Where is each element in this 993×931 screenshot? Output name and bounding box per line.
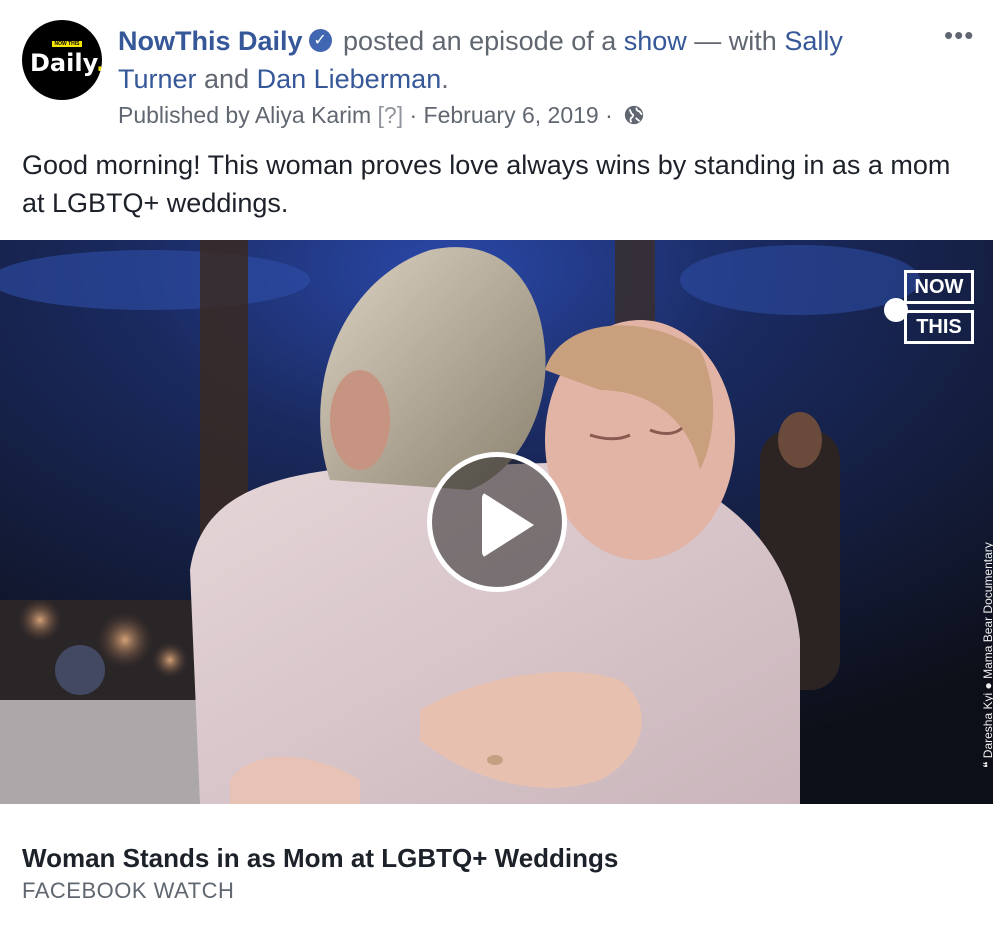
watermark-this: THIS	[904, 310, 974, 344]
avatar-text: Daily	[30, 49, 97, 77]
help-link[interactable]: [?]	[371, 102, 404, 128]
video-source: FACEBOOK WATCH	[22, 878, 235, 903]
video-credit: ❝ Daresha Kyi ● Mama Bear Documentary	[981, 542, 993, 768]
post-title-line: NowThis Daily ✓ posted an episode of a sh…	[118, 22, 918, 98]
avatar-small-text: NOW THIS	[52, 41, 82, 47]
published-by-text: Published by Aliya Karim	[118, 102, 372, 128]
action-text: posted an episode of a	[335, 26, 624, 56]
post-caption: Good morning! This woman proves love alw…	[22, 150, 951, 218]
page-name-link[interactable]: NowThis Daily	[118, 26, 303, 56]
play-icon	[482, 492, 534, 558]
title-period: .	[441, 64, 449, 94]
show-link[interactable]: show	[624, 26, 687, 56]
nowthis-watermark: NOW THIS	[904, 270, 974, 344]
more-options-button[interactable]: •••	[944, 22, 984, 52]
page-avatar[interactable]: NOW THIS Daily.	[22, 20, 102, 100]
video-title-link[interactable]: Woman Stands in as Mom at LGBTQ+ Wedding…	[22, 840, 618, 876]
post-header: NOW THIS Daily. NowThis Daily✓ posted an…	[0, 0, 993, 140]
with-text: — with	[686, 26, 785, 56]
avatar-dot: .	[96, 49, 102, 77]
watermark-now: NOW	[904, 270, 974, 304]
post-date-link[interactable]: · February 6, 2019 ·	[403, 102, 612, 128]
play-button[interactable]	[427, 452, 567, 592]
globe-icon[interactable]	[623, 104, 645, 126]
tagged-person-2-link[interactable]: Dan Lieberman	[257, 64, 442, 94]
and-text: and	[196, 64, 257, 94]
avatar-logo-text: Daily.	[30, 49, 102, 77]
verified-badge-icon: ✓	[308, 29, 332, 53]
post-meta: Published by Aliya Karim [?] · February …	[118, 100, 645, 130]
